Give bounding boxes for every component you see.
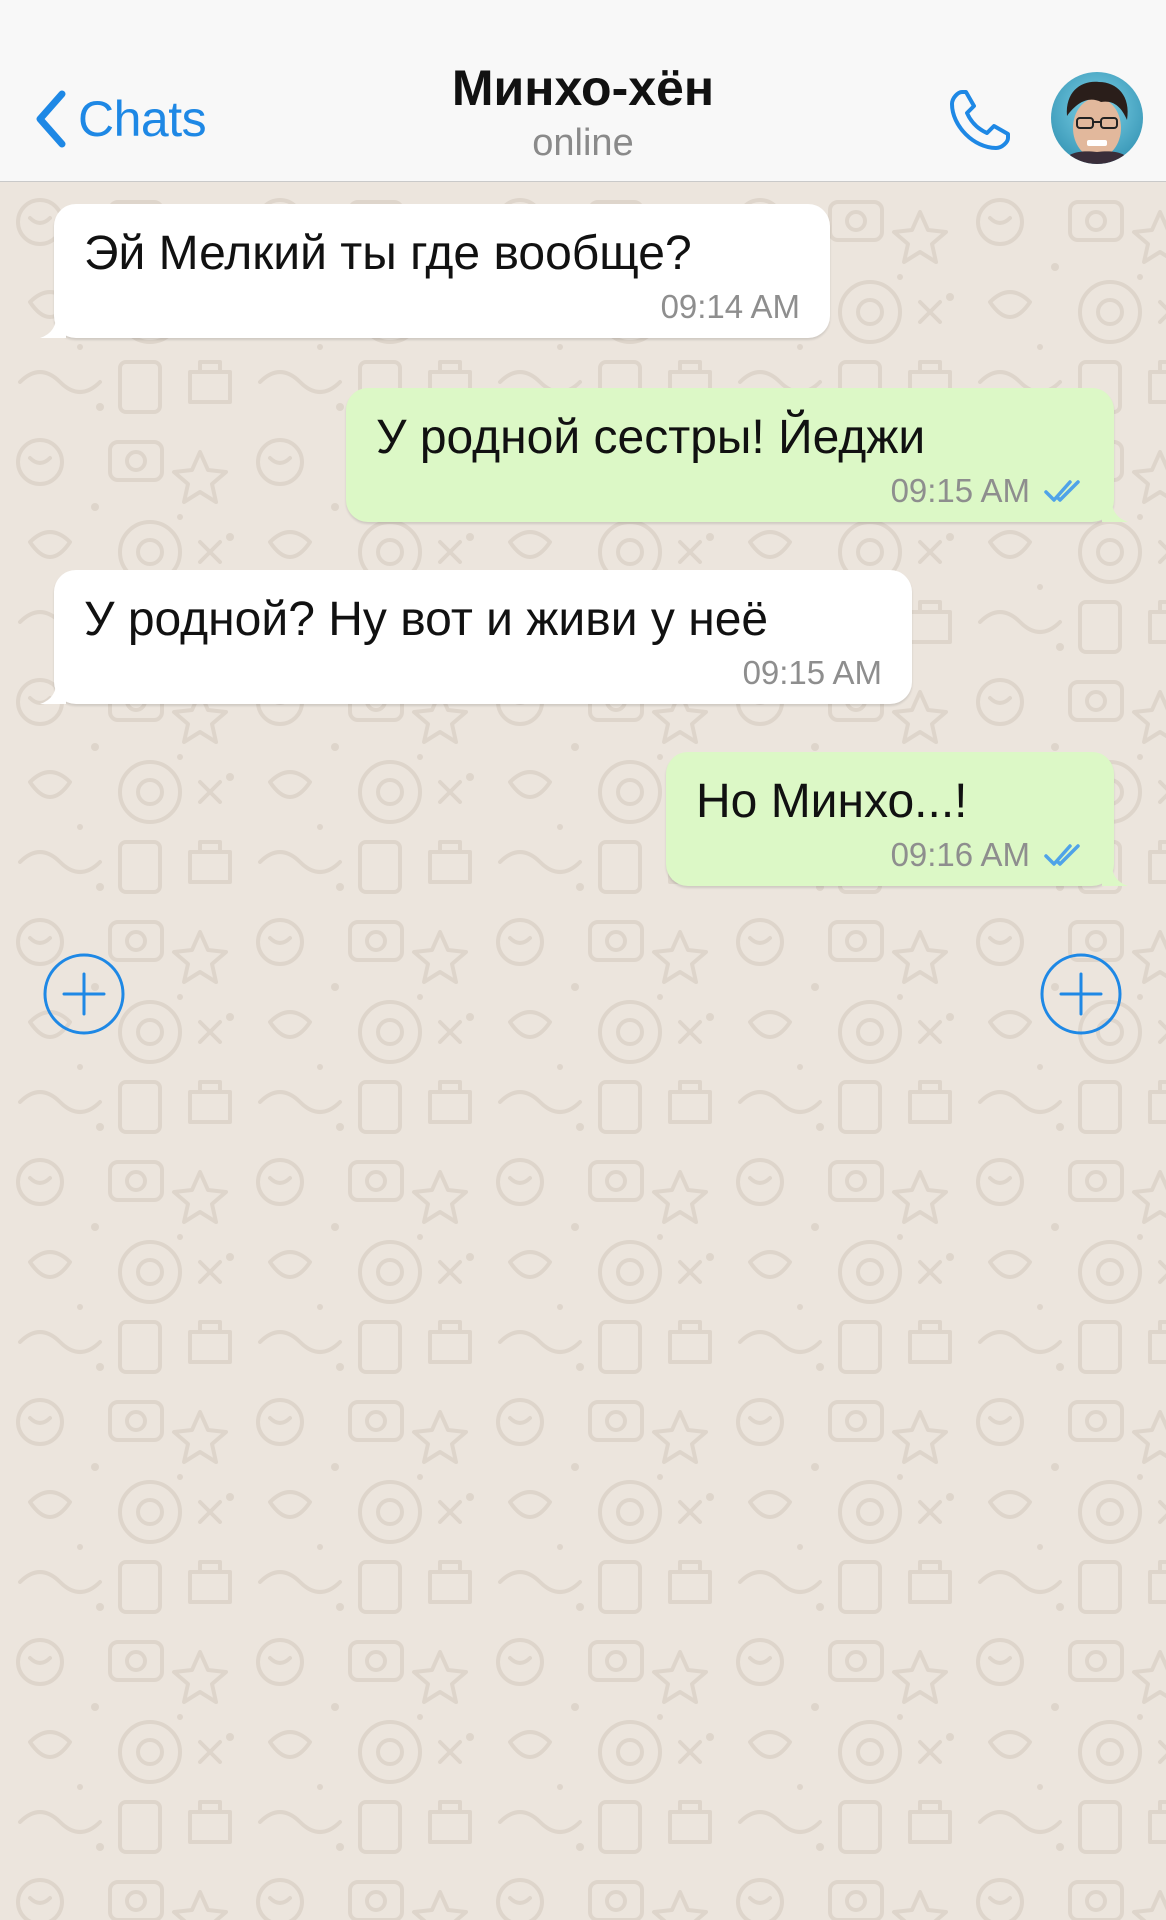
message-meta: 09:15 AM: [743, 654, 882, 692]
double-check-read-icon: [1044, 844, 1080, 866]
message-meta: 09:14 AM: [661, 288, 800, 326]
bubble-tail: [1102, 860, 1128, 886]
bubble-tail: [40, 678, 66, 704]
message-bubble-outgoing[interactable]: Но Минхо...! 09:16 AM: [666, 752, 1128, 886]
double-check-read-icon: [1044, 480, 1080, 502]
avatar-photo: [1051, 72, 1143, 164]
add-right-button[interactable]: [1039, 952, 1123, 1036]
message-meta: 09:15 AM: [891, 472, 1084, 510]
message-text: Но Минхо...!: [696, 775, 968, 828]
message-meta: 09:16 AM: [891, 836, 1084, 874]
back-button-label: Chats: [78, 91, 207, 147]
chevron-left-icon: [36, 90, 66, 148]
contact-avatar[interactable]: [1051, 72, 1143, 164]
contact-title[interactable]: Минхо-хён online: [283, 58, 883, 166]
chat-header: Chats Минхо-хён online: [0, 0, 1166, 182]
contact-name: Минхо-хён: [451, 60, 715, 116]
add-left-button[interactable]: [42, 952, 126, 1036]
message-time: 09:15 AM: [742, 654, 882, 691]
message-text: У родной? Ну вот и живи у неё: [84, 593, 769, 646]
message-time: 09:14 AM: [660, 288, 800, 325]
chat-area[interactable]: Эй Мелкий ты где вообще? 09:14 AM У родн…: [0, 182, 1166, 1920]
bubble-tail: [40, 312, 66, 338]
plus-circle-icon: [43, 953, 125, 1035]
voice-call-button[interactable]: [946, 86, 1014, 154]
message-time: 09:15 AM: [890, 472, 1030, 509]
message-bubble-outgoing[interactable]: У родной сестры! Йеджи 09:15 AM: [346, 388, 1128, 522]
message-text: У родной сестры! Йеджи: [376, 411, 926, 464]
message-text: Эй Мелкий ты где вообще?: [84, 227, 692, 280]
message-bubble-incoming[interactable]: Эй Мелкий ты где вообще? 09:14 AM: [40, 204, 830, 338]
message-time: 09:16 AM: [890, 836, 1030, 873]
message-bubble-incoming[interactable]: У родной? Ну вот и живи у неё 09:15 AM: [40, 570, 912, 704]
plus-circle-icon: [1040, 953, 1122, 1035]
contact-status: online: [532, 122, 634, 164]
bubble-tail: [1102, 496, 1128, 522]
back-to-chats-button[interactable]: Chats: [32, 86, 207, 152]
phone-icon: [950, 90, 1010, 150]
